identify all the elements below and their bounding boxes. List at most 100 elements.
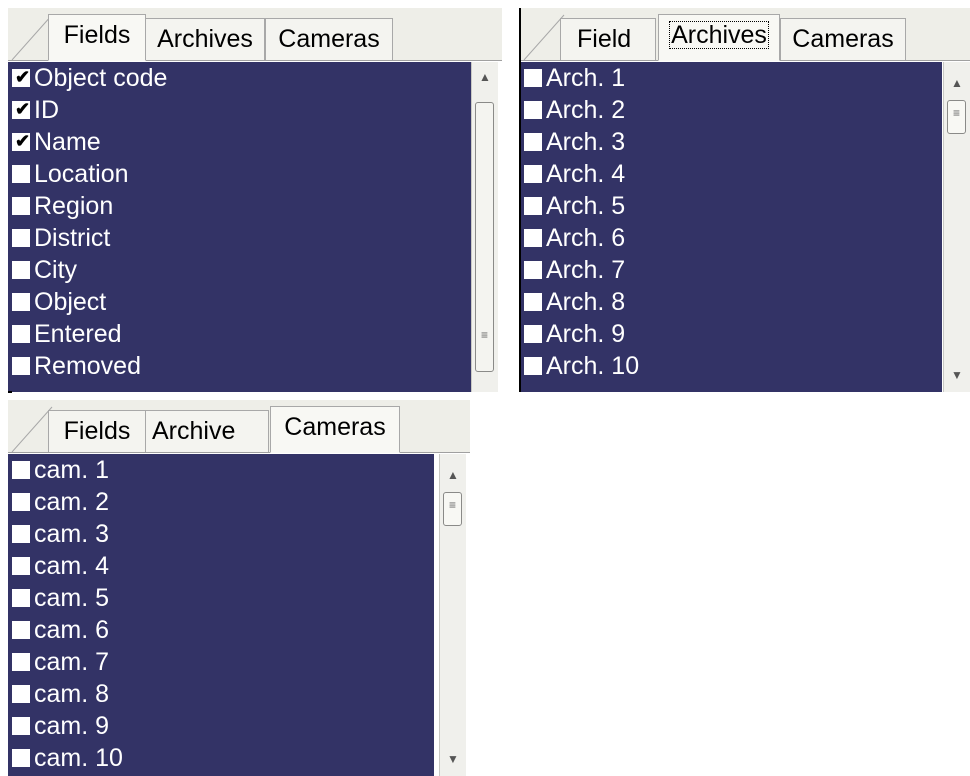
tab-slant [523, 14, 565, 60]
checkbox[interactable] [12, 717, 30, 735]
list-item-label: Arch. 6 [546, 224, 626, 252]
list-item[interactable]: Arch. 10 [520, 350, 942, 382]
list-item[interactable]: cam. 1 [8, 454, 434, 486]
list-item[interactable]: cam. 8 [8, 678, 434, 710]
list-item[interactable]: ✔ Name [8, 126, 472, 158]
list-item[interactable]: cam. 2 [8, 486, 434, 518]
tab-archives[interactable]: Archive [145, 410, 269, 452]
list-item[interactable]: Arch. 8 [520, 286, 942, 318]
tab-label: Cameras [792, 25, 894, 53]
list-item[interactable]: City [8, 254, 472, 286]
vertical-scrollbar[interactable]: ▲ ≡ ▼ [943, 62, 970, 392]
list-item[interactable]: Arch. 3 [520, 126, 942, 158]
tab-fields[interactable]: Field [560, 18, 656, 60]
tab-label: Field [577, 25, 632, 53]
checkbox[interactable] [12, 357, 30, 375]
checkbox[interactable] [12, 493, 30, 511]
list-item-label: cam. 2 [34, 488, 110, 516]
camera-checklist[interactable]: cam. 1 cam. 2 cam. 3 cam. 4 cam. 5 cam. 6 cam.… [8, 454, 434, 776]
checkbox[interactable] [12, 621, 30, 639]
checkbox[interactable] [12, 325, 30, 343]
list-item[interactable]: cam. 10 [8, 742, 434, 774]
list-item[interactable]: Arch. 6 [520, 222, 942, 254]
list-item[interactable]: cam. 3 [8, 518, 434, 550]
checkbox[interactable] [12, 589, 30, 607]
tab-fields[interactable]: Fields [48, 410, 146, 452]
list-item[interactable]: Location [8, 158, 472, 190]
checkbox[interactable] [524, 197, 542, 215]
scroll-up-icon[interactable]: ▲ [440, 462, 466, 488]
tab-label: Cameras [278, 25, 380, 53]
grip-icon: ≡ [480, 328, 488, 342]
vertical-scrollbar[interactable]: ▲ ≡ ▼ [439, 454, 466, 776]
checkbox[interactable] [524, 165, 542, 183]
vertical-scrollbar[interactable]: ▲ ≡ [471, 62, 498, 392]
checkmark-icon: ✔ [15, 67, 31, 87]
checkbox[interactable] [12, 525, 30, 543]
grip-icon: ≡ [952, 106, 960, 120]
scroll-thumb[interactable]: ≡ [443, 492, 462, 526]
tab-cameras[interactable]: Cameras [780, 18, 906, 60]
checkbox[interactable] [524, 357, 542, 375]
archive-checklist[interactable]: Arch. 1 Arch. 2 Arch. 3 Arch. 4 Arch. 5 Arch.… [520, 62, 942, 392]
list-item[interactable]: Object [8, 286, 472, 318]
scroll-thumb[interactable]: ≡ [475, 102, 494, 372]
checkbox[interactable] [524, 69, 542, 87]
list-item[interactable]: Arch. 7 [520, 254, 942, 286]
checkbox[interactable] [12, 749, 30, 767]
list-item[interactable]: Arch. 5 [520, 190, 942, 222]
checkbox[interactable] [12, 557, 30, 575]
checkbox[interactable] [12, 653, 30, 671]
list-item[interactable]: cam. 5 [8, 582, 434, 614]
checkbox[interactable] [524, 325, 542, 343]
tab-cameras[interactable]: Cameras [270, 406, 400, 453]
list-item-label: cam. 4 [34, 552, 110, 580]
scroll-up-icon[interactable]: ▲ [944, 70, 970, 96]
tab-cameras[interactable]: Cameras [265, 18, 393, 60]
checkbox[interactable] [12, 261, 30, 279]
field-checklist[interactable]: ✔ Object code ✔ ID ✔ Name Location Region Distri… [8, 62, 472, 392]
checkbox[interactable] [524, 229, 542, 247]
checkbox[interactable] [524, 261, 542, 279]
list-item-label: Arch. 8 [546, 288, 626, 316]
checkbox[interactable]: ✔ [12, 131, 30, 151]
checkbox[interactable] [12, 293, 30, 311]
list-item[interactable]: cam. 9 [8, 710, 434, 742]
checkbox[interactable] [12, 165, 30, 183]
checkbox[interactable] [12, 229, 30, 247]
list-item[interactable]: ✔ ID [8, 94, 472, 126]
checkbox[interactable] [524, 101, 542, 119]
checkbox[interactable]: ✔ [12, 99, 30, 119]
list-item[interactable]: cam. 4 [8, 550, 434, 582]
tab-archives[interactable]: Archives [145, 18, 265, 60]
list-item[interactable]: ✔ Object code [8, 62, 472, 94]
tab-fields[interactable]: Fields [48, 14, 146, 61]
scroll-up-icon[interactable]: ▲ [472, 64, 498, 90]
checkbox[interactable] [12, 197, 30, 215]
scroll-down-icon[interactable]: ▼ [440, 746, 466, 772]
list-item-label: Removed [34, 352, 141, 380]
scroll-down-icon[interactable]: ▼ [944, 362, 970, 388]
list-item[interactable]: Region [8, 190, 472, 222]
list-item[interactable]: Entered [8, 318, 472, 350]
checkbox[interactable] [524, 293, 542, 311]
list-item[interactable]: Arch. 9 [520, 318, 942, 350]
list-item[interactable]: Arch. 1 [520, 62, 942, 94]
list-item-label: City [34, 256, 78, 284]
list-item-label: Entered [34, 320, 122, 348]
checkbox[interactable] [524, 133, 542, 151]
list-item[interactable]: District [8, 222, 472, 254]
list-item[interactable]: cam. 7 [8, 646, 434, 678]
checkbox[interactable] [12, 685, 30, 703]
list-item[interactable]: Arch. 4 [520, 158, 942, 190]
checkbox[interactable] [12, 461, 30, 479]
list-item[interactable]: Arch. 2 [520, 94, 942, 126]
list-item-label: cam. 1 [34, 456, 110, 484]
scroll-thumb[interactable]: ≡ [947, 100, 966, 134]
checkbox[interactable]: ✔ [12, 67, 30, 87]
tab-slant [11, 406, 53, 452]
list-item-label: cam. 9 [34, 712, 110, 740]
list-item[interactable]: Removed [8, 350, 472, 382]
tab-archives[interactable]: Archives [658, 14, 780, 61]
list-item[interactable]: cam. 6 [8, 614, 434, 646]
